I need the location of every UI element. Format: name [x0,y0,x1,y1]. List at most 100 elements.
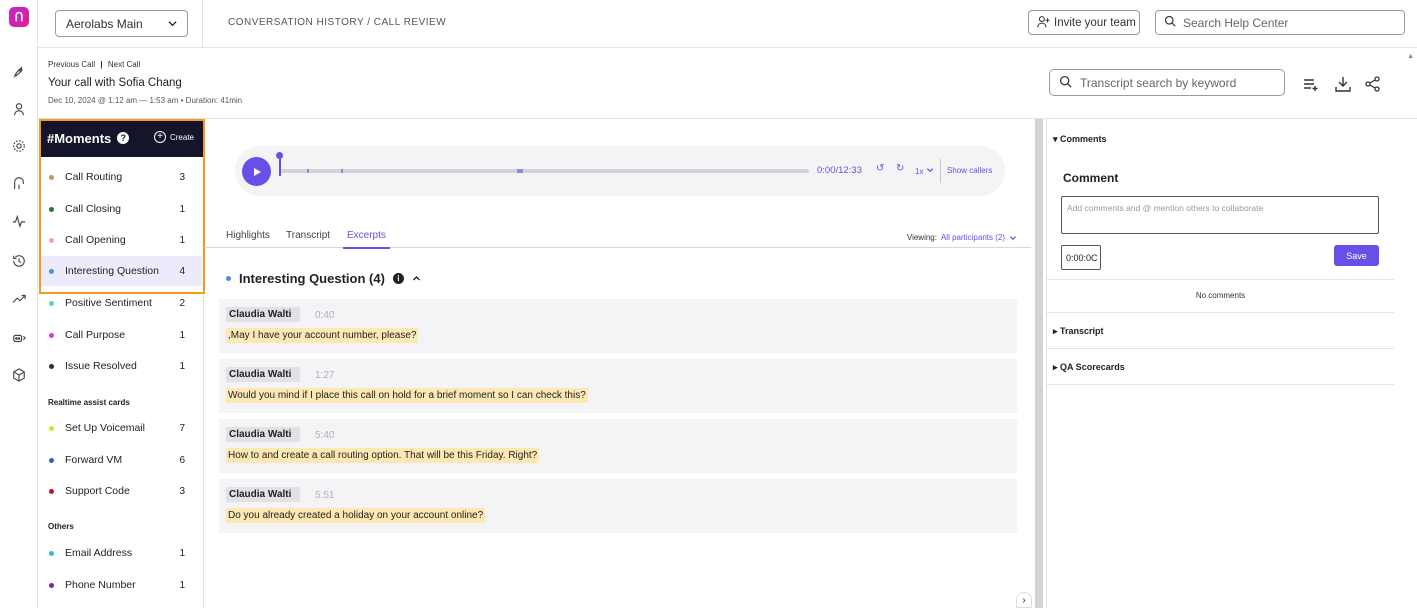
gear-icon[interactable] [10,137,28,155]
comments-section-toggle[interactable]: ▾ Comments [1053,134,1107,145]
viewing-filter[interactable]: Viewing: All participants (2) [907,233,1017,242]
moment-item-positive-sentiment[interactable]: Positive Sentiment 2 [40,288,202,318]
divider [1047,279,1394,280]
workspace-select[interactable]: Aerolabs Main [55,10,188,37]
moment-item-set-up-voicemail[interactable]: Set Up Voicemail 7 [40,413,202,443]
playhead-knob[interactable] [276,152,283,159]
rewind-icon[interactable]: ↺ [876,163,884,174]
moment-marker[interactable] [307,169,309,173]
moment-item-interesting-question[interactable]: Interesting Question 4 [40,256,202,286]
view-tabs: Highlights Transcript Excerpts Viewing: … [204,224,1031,249]
next-call-link[interactable]: Next Call [108,60,140,69]
chevron-up-icon[interactable] [412,271,421,286]
call-meta: Dec 10, 2024 @ 1:12 am — 1:53 am • Durat… [48,96,243,105]
moment-item-support-code[interactable]: Support Code 3 [40,476,202,506]
help-search-input[interactable]: Search Help Center [1155,10,1405,35]
excerpt-card[interactable]: Claudia Walti 5:51 Do you already create… [219,479,1017,533]
info-icon[interactable]: i [392,273,404,284]
trend-icon[interactable] [10,290,28,308]
excerpt-card[interactable]: Claudia Walti 0:40 ,May I have your acco… [219,299,1017,353]
excerpt-time[interactable]: 1:27 [315,370,334,381]
help-icon[interactable]: ? [117,132,130,144]
cube-icon[interactable] [10,366,28,384]
tab-transcript[interactable]: Transcript [286,230,330,241]
excerpt-card[interactable]: Claudia Walti 5:40 How to and create a c… [219,419,1017,473]
speed-select[interactable]: 1x [915,166,934,176]
invite-team-button[interactable]: Invite your team [1028,10,1140,35]
moment-color-dot [49,300,54,306]
share-icon[interactable] [1364,75,1382,93]
add-to-list-icon[interactable] [1302,75,1320,93]
transcript-section-toggle[interactable]: ▸ Transcript [1053,326,1104,337]
history-icon[interactable] [10,252,28,270]
divider [202,0,203,48]
excerpt-text: Would you mind if I place this call on h… [226,388,588,403]
playback-time: 0:00/12:33 [817,165,862,176]
transcript-search-input[interactable]: Transcript search by keyword [1049,69,1285,96]
bot-icon[interactable] [10,329,28,347]
play-button[interactable] [242,157,271,186]
moment-item-issue-resolved[interactable]: Issue Resolved 1 [40,351,202,381]
moment-marker[interactable] [341,169,343,173]
moment-label: Email Address [65,547,133,559]
moment-count: 2 [179,297,185,309]
moment-item-forward-vm[interactable]: Forward VM 6 [40,445,202,475]
moment-label: Phone Number [65,579,136,591]
excerpt-time[interactable]: 0:40 [315,310,334,321]
moment-color-dot [49,363,54,369]
app-logo[interactable]: ᑎ [9,7,29,27]
excerpt-card[interactable]: Claudia Walti 1:27 Would you mind if I p… [219,359,1017,413]
excerpt-time[interactable]: 5:51 [315,490,334,501]
chevron-down-icon [926,168,933,173]
download-icon[interactable] [1334,75,1352,93]
comment-title: Comment [1063,171,1119,185]
moment-item-phone-number[interactable]: Phone Number 1 [40,570,202,600]
moment-item-call-closing[interactable]: Call Closing 1 [40,194,202,224]
forward-icon[interactable]: ↻ [896,163,904,174]
moment-count: 1 [179,329,185,341]
route-icon[interactable] [10,174,28,192]
moment-count: 6 [179,454,185,466]
comment-time-input[interactable]: 0:00:0C [1061,245,1101,270]
excerpt-text: How to and create a call routing option.… [226,448,540,463]
chevron-right-icon[interactable]: › [1016,592,1032,608]
scroll-up-arrow[interactable]: ▲ [1407,53,1414,60]
save-button[interactable]: Save [1334,245,1379,266]
user-icon[interactable] [10,100,28,118]
previous-call-link[interactable]: Previous Call [48,60,95,69]
nav-separator: | [100,60,103,69]
realtime-section-title: Realtime assist cards [48,398,130,407]
moment-item-call-purpose[interactable]: Call Purpose 1 [40,320,202,350]
moment-item-email-address[interactable]: Email Address 1 [40,538,202,568]
tab-highlights[interactable]: Highlights [226,230,270,241]
moment-color-dot [49,425,54,431]
divider [1047,384,1394,385]
moment-count: 1 [179,234,185,246]
excerpt-text: ,May I have your account number, please? [226,328,419,343]
moment-label: Call Closing [65,203,122,215]
call-navigation: Previous Call | Next Call [48,60,140,69]
moment-item-call-opening[interactable]: Call Opening 1 [40,225,202,255]
rocket-icon[interactable] [10,63,28,81]
moment-color-dot [49,550,54,556]
moment-count: 3 [179,171,185,183]
playback-track[interactable] [276,152,809,176]
divider [940,159,941,183]
panel-resize-handle[interactable] [1035,119,1043,608]
show-callers-button[interactable]: Show callers [947,166,992,175]
tab-excerpts[interactable]: Excerpts [343,230,390,249]
excerpt-group-header[interactable]: Interesting Question (4) i [226,271,421,286]
comment-input[interactable]: Add comments and @ mention others to col… [1061,196,1379,234]
speaker-name: Claudia Walti [226,487,301,502]
right-panel: ▾ Comments Comment Add comments and @ me… [1046,119,1394,608]
excerpt-time[interactable]: 5:40 [315,430,334,441]
moment-item-call-routing[interactable]: Call Routing 3 [40,162,202,192]
play-icon [253,167,261,176]
moment-marker[interactable] [517,169,523,173]
qa-scorecards-section-toggle[interactable]: ▸ QA Scorecards [1053,362,1125,373]
workspace-name: Aerolabs Main [66,16,143,31]
moment-color-dot [49,488,54,494]
pulse-icon[interactable] [10,212,28,230]
add-user-icon [1037,15,1050,31]
create-moment-button[interactable]: + Create [153,131,194,143]
